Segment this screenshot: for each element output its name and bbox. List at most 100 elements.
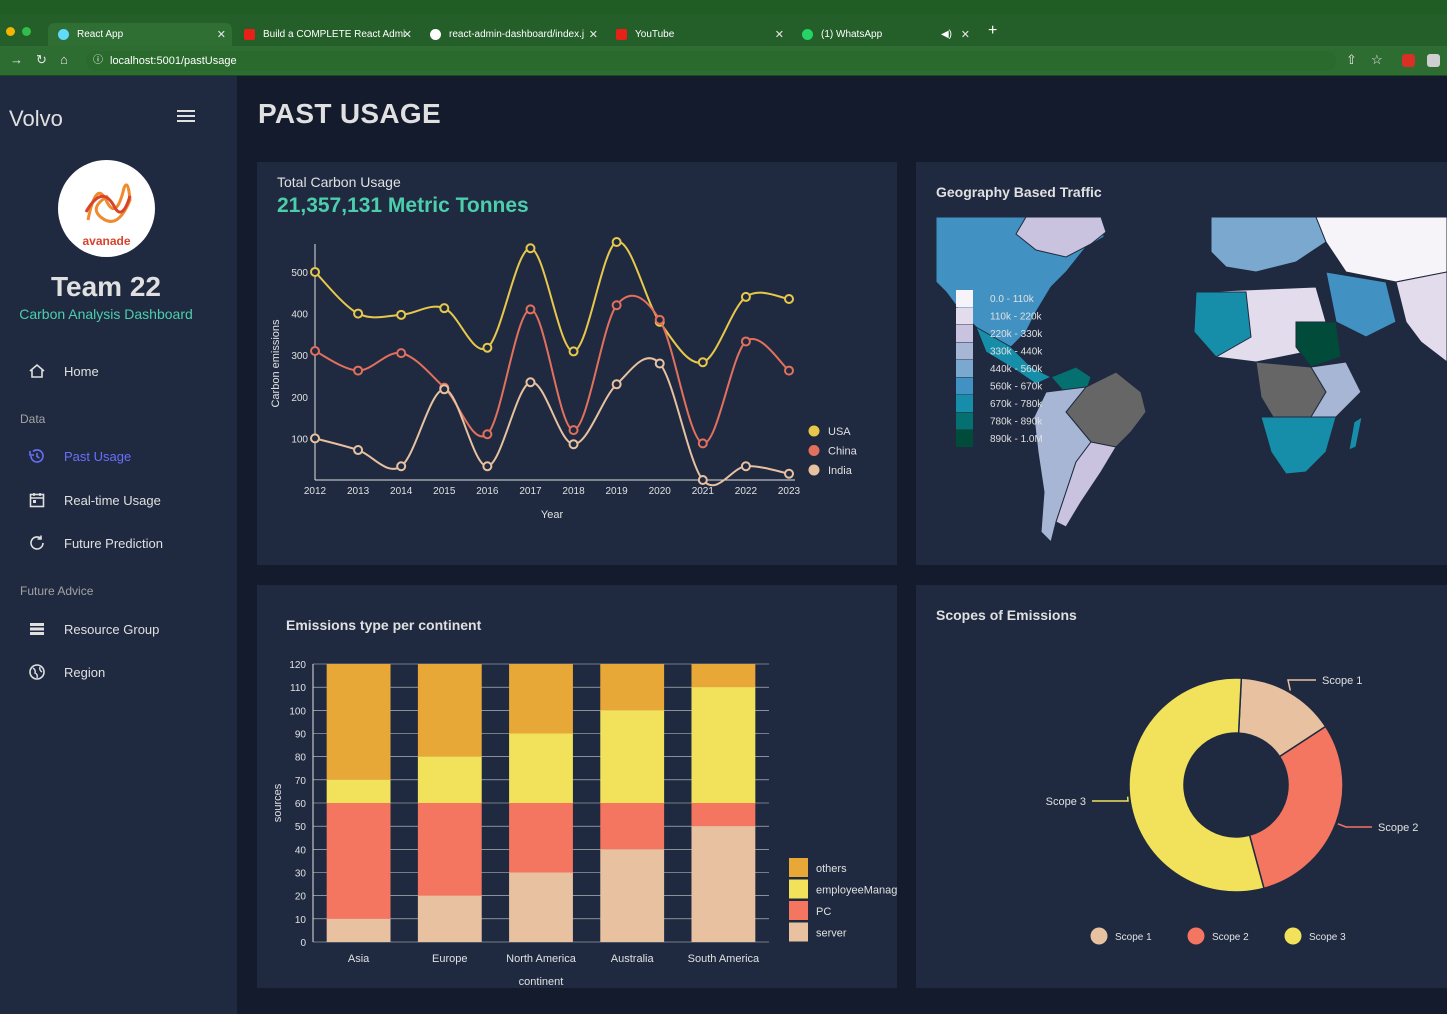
- sidebar-item-label: Home: [64, 363, 99, 379]
- map-region-southern-africa: [1260, 416, 1337, 475]
- menu-icon[interactable]: [177, 110, 195, 124]
- slice-label: Scope 3: [1046, 796, 1086, 808]
- map-legend-label: 560k - 670k: [990, 382, 1043, 393]
- map-legend-swatch: [956, 360, 973, 377]
- bookmark-star-icon[interactable]: ☆: [1371, 52, 1383, 68]
- x-tick-label: 2019: [606, 486, 629, 497]
- map-legend-swatch: [956, 377, 973, 395]
- bar-segment-pc: [691, 803, 756, 827]
- url-field[interactable]: ⓘ localhost:5001/pastUsage: [86, 51, 1336, 71]
- y-tick-label: 110: [290, 683, 306, 694]
- data-point: [654, 314, 665, 325]
- home-button-icon[interactable]: ⌂: [60, 52, 68, 67]
- data-point: [697, 475, 708, 485]
- close-icon[interactable]: ✕: [961, 28, 970, 41]
- sidebar: Volvo avanade Team 22 Carbon Analysis Da…: [0, 76, 237, 1014]
- x-tick-label: 2020: [649, 486, 672, 497]
- y-tick-label: 30: [295, 869, 307, 880]
- slice-label-line: [1287, 679, 1316, 691]
- map-legend: 0.0 - 110k 110k - 220k 220k - 330k 330k - 4…: [956, 290, 1043, 447]
- map-legend-swatch: [956, 412, 973, 430]
- close-icon[interactable]: ✕: [589, 28, 598, 41]
- close-icon[interactable]: ✕: [775, 28, 784, 41]
- legend-label: Scope 1: [1115, 932, 1152, 943]
- legend-swatch: [808, 445, 820, 456]
- data-point: [396, 309, 407, 320]
- data-point: [568, 439, 579, 450]
- sidebar-item-future-prediction[interactable]: Future Prediction: [28, 531, 163, 555]
- tab-label: YouTube: [635, 29, 675, 40]
- bar-segment-others: [509, 664, 573, 734]
- forward-icon[interactable]: →: [10, 52, 23, 67]
- y-tick-label: 100: [291, 434, 308, 445]
- extension-icon[interactable]: [1402, 54, 1415, 67]
- data-point: [353, 445, 364, 456]
- x-axis-label: continent: [519, 976, 564, 988]
- y-tick-label: 40: [295, 845, 307, 856]
- data-point: [697, 357, 708, 368]
- data-point: [654, 358, 665, 369]
- data-point: [611, 300, 622, 311]
- browser-tab-youtube[interactable]: YouTube ✕: [606, 23, 790, 46]
- map-legend-swatch: [956, 395, 973, 412]
- legend-label: employeeManag: [816, 885, 897, 897]
- window-maximize-dot[interactable]: [22, 27, 31, 36]
- info-icon[interactable]: ⓘ: [93, 51, 103, 71]
- geography-panel: Geography Based Traffic 0.0 - 110k 110k -…: [916, 162, 1447, 565]
- sidebar-item-realtime-usage[interactable]: Real-time Usage: [28, 488, 161, 512]
- y-tick-label: 500: [291, 268, 308, 279]
- bar-segment-others: [691, 664, 756, 688]
- sidebar-item-past-usage[interactable]: Past Usage: [28, 444, 131, 468]
- share-icon[interactable]: ⇧: [1346, 52, 1357, 68]
- new-tab-icon[interactable]: +: [988, 22, 997, 40]
- slice-label-line: [1337, 823, 1372, 828]
- browser-tab-react-app[interactable]: React App ✕: [48, 23, 232, 46]
- map-region-russia: [1315, 216, 1447, 283]
- sidebar-item-home[interactable]: Home: [28, 359, 99, 383]
- extension-icon[interactable]: [1427, 54, 1440, 67]
- bar-segment-pc: [417, 803, 482, 896]
- data-point: [784, 468, 794, 479]
- bar-segment-pc: [326, 803, 391, 919]
- speaker-icon[interactable]: ◀): [941, 29, 952, 40]
- page-title: PAST USAGE: [258, 98, 441, 129]
- browser-tab-whatsapp[interactable]: (1) WhatsApp ◀) ✕: [792, 23, 976, 46]
- reload-icon[interactable]: ↻: [36, 52, 47, 68]
- data-point: [611, 379, 622, 390]
- x-tick-label: 2012: [304, 486, 327, 497]
- legend-swatch: [1090, 927, 1108, 945]
- bar-segment-server: [691, 826, 756, 942]
- map-legend-label: 670k - 780k: [990, 399, 1043, 410]
- map-legend-label: 780k - 890k: [990, 417, 1043, 428]
- home-icon: [29, 363, 45, 378]
- data-point: [784, 365, 794, 376]
- slice-label: Scope 1: [1322, 675, 1362, 687]
- globe-icon: [29, 664, 45, 680]
- y-tick-label: 70: [295, 776, 307, 787]
- browser-tab-github[interactable]: react-admin-dashboard/index.j ✕: [420, 23, 604, 46]
- x-tick-label: Asia: [348, 953, 370, 965]
- x-tick-label: Europe: [432, 953, 467, 965]
- window-minimize-dot[interactable]: [6, 27, 15, 36]
- x-tick-label: 2022: [735, 486, 758, 497]
- data-point: [697, 438, 708, 449]
- sidebar-item-resource-group[interactable]: Resource Group: [28, 617, 159, 641]
- browser-tab-youtube-video[interactable]: Build a COMPLETE React Admi ✕: [234, 23, 418, 46]
- sidebar-item-region[interactable]: Region: [28, 660, 105, 684]
- y-tick-label: 200: [291, 393, 308, 404]
- x-tick-label: 2021: [692, 486, 715, 497]
- data-point: [611, 237, 622, 248]
- close-icon[interactable]: ✕: [403, 28, 412, 41]
- close-icon[interactable]: ✕: [217, 28, 226, 41]
- map-legend-swatch: [956, 290, 973, 307]
- legend-label: Scope 2: [1212, 932, 1249, 943]
- sidebar-item-label: Resource Group: [64, 621, 160, 637]
- map-legend-swatch: [956, 307, 973, 325]
- legend-swatch: [808, 425, 820, 437]
- world-map[interactable]: 0.0 - 110k 110k - 220k 220k - 330k 330k - 4…: [916, 162, 1447, 565]
- y-tick-label: 100: [289, 706, 306, 717]
- react-icon: [58, 29, 69, 40]
- y-tick-label: 400: [291, 310, 308, 321]
- map-legend-swatch: [956, 325, 973, 342]
- data-point: [396, 348, 407, 359]
